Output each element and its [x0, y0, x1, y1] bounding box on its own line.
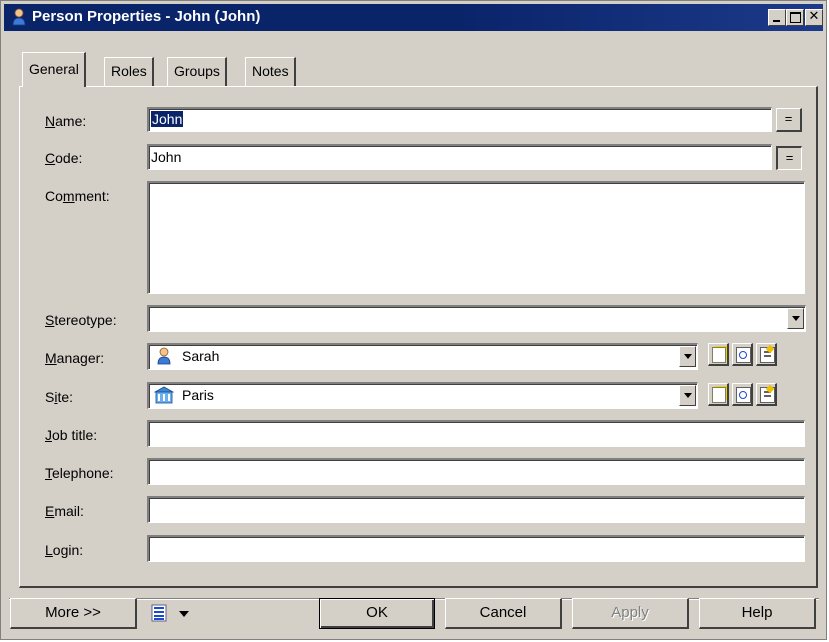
person-properties-dialog: Person Properties - John (John) ✕ Genera…: [0, 0, 827, 640]
help-button[interactable]: Help: [699, 598, 816, 629]
more-button[interactable]: More >>: [10, 598, 137, 629]
help-label: Help: [741, 604, 773, 621]
tab-roles-label: Roles: [111, 63, 147, 79]
chevron-down-icon: [179, 611, 189, 617]
person-icon: [10, 8, 28, 26]
document-list-icon: [151, 604, 169, 622]
ok-label: OK: [366, 604, 388, 621]
minimize-icon: [773, 20, 780, 22]
print-dropdown-button[interactable]: [151, 602, 197, 626]
cancel-button[interactable]: Cancel: [445, 598, 562, 629]
close-icon: ✕: [808, 9, 820, 24]
apply-button[interactable]: Apply: [572, 598, 689, 629]
tab-general-label: General: [29, 61, 79, 77]
title-bar[interactable]: Person Properties - John (John) ✕: [4, 4, 823, 31]
maximize-button[interactable]: [786, 9, 804, 26]
window-title: Person Properties - John (John): [32, 8, 261, 25]
apply-label: Apply: [611, 604, 649, 621]
ok-button[interactable]: OK: [319, 598, 435, 629]
maximize-icon: [790, 12, 801, 23]
cancel-label: Cancel: [479, 604, 527, 621]
minimize-button[interactable]: [768, 9, 786, 26]
general-panel: [19, 86, 818, 588]
tab-notes[interactable]: Notes: [245, 57, 296, 86]
tab-general[interactable]: General: [22, 52, 86, 87]
tab-notes-label: Notes: [252, 63, 289, 79]
close-button[interactable]: ✕: [805, 9, 823, 26]
more-label: More >>: [45, 604, 101, 621]
tab-roles[interactable]: Roles: [104, 57, 154, 86]
tab-groups-label: Groups: [174, 63, 220, 79]
tab-groups[interactable]: Groups: [167, 57, 227, 86]
